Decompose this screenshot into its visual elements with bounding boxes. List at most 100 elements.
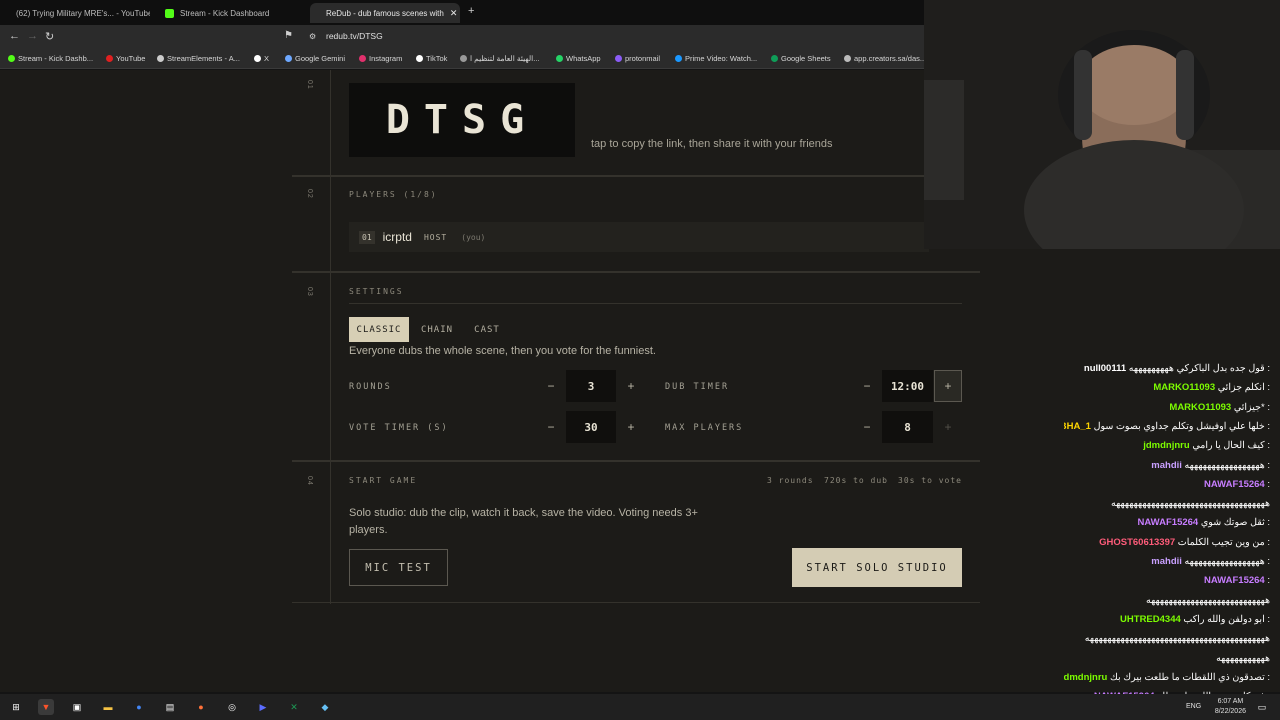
address-bar: ← → ↻ ⚑ ⚙ redub.tv/DTSG <box>0 25 924 49</box>
tiktok-icon <box>416 55 423 62</box>
task-view-icon[interactable]: ▣ <box>69 699 85 715</box>
start-solo-studio-button[interactable]: START SOLO STUDIO <box>792 548 962 587</box>
dub-timer-increment-button[interactable]: + <box>934 370 962 402</box>
chat-message-text: هههههههههههههههههه : <box>1184 459 1270 471</box>
dub-timer-label: DUB TIMER <box>665 382 730 392</box>
chat-username[interactable]: BHA_1 <box>1064 421 1091 432</box>
bookmarks-bar: Stream - Kick Dashb... YouTube StreamEle… <box>0 49 926 69</box>
vote-timer-decrement-button[interactable]: − <box>537 411 565 443</box>
chat-username[interactable]: MARKO11093 <box>1153 382 1215 393</box>
new-tab-button[interactable]: + <box>468 5 474 17</box>
chat-username[interactable]: NAWAF15264 <box>1137 517 1198 528</box>
windows-start-icon[interactable]: ⊞ <box>8 699 24 715</box>
player-row: 01 icrptd HOST (you) <box>349 222 929 252</box>
tab-redub[interactable]: ReDub - dub famous scenes with ✕ <box>310 3 460 23</box>
bookmark-streamelements[interactable]: StreamElements - A... <box>157 54 240 63</box>
chat-username[interactable]: jdmdnjnru <box>1143 440 1189 451</box>
kick-icon <box>8 55 15 62</box>
reload-icon[interactable]: ↻ <box>45 30 54 43</box>
chat-username[interactable]: NAWAF15264 <box>1204 479 1265 490</box>
bookmark-kick[interactable]: Stream - Kick Dashb... <box>8 54 93 63</box>
dub-timer-decrement-button[interactable]: − <box>853 370 881 402</box>
notification-icon[interactable]: ▭ <box>1254 699 1270 715</box>
player-index: 01 <box>359 230 375 244</box>
chat-message-text: ثقل صوتك شوي : <box>1200 517 1270 529</box>
max-players-increment-button[interactable]: + <box>934 411 962 443</box>
site-info-icon[interactable]: ⚙ <box>309 32 316 41</box>
tab-kick[interactable]: Stream - Kick Dashboard <box>155 3 305 23</box>
steam-icon[interactable]: ◆ <box>317 699 333 715</box>
chat-message: NAWAF15264 : <box>1204 479 1274 490</box>
summary-rounds: 3 rounds <box>767 476 814 485</box>
chat-username[interactable]: NAWAF15264 <box>1204 575 1265 586</box>
brave-icon[interactable]: ▼ <box>38 699 54 715</box>
copy-hint: tap to copy the link, then share it with… <box>591 138 833 150</box>
whatsapp-icon <box>556 55 563 62</box>
folder-icon[interactable]: ▬ <box>100 699 116 715</box>
chat-message: jdmdnjnru كيف الحال يا رامي : <box>1143 440 1274 451</box>
firefox-icon[interactable]: ● <box>193 699 209 715</box>
close-tab-icon[interactable]: ✕ <box>450 8 458 19</box>
bookmark-creators[interactable]: app.creators.sa/das... <box>844 54 926 63</box>
bookmark-prime-video[interactable]: Prime Video: Watch... <box>675 54 757 63</box>
chat-message: NAWAF15264 ثقل صوتك شوي : <box>1137 517 1274 528</box>
max-players-decrement-button[interactable]: − <box>853 411 881 443</box>
bookmark-icon[interactable]: ⚑ <box>284 30 293 41</box>
language-indicator[interactable]: ENG <box>1186 703 1201 710</box>
mic-test-button[interactable]: MIC TEST <box>349 549 448 586</box>
clock-date: 8/22/2026 <box>1214 708 1246 715</box>
chrome-icon[interactable]: ● <box>131 699 147 715</box>
chat-username[interactable]: jdmdnjnru <box>1064 672 1107 683</box>
chat-message-text: : <box>1267 478 1270 490</box>
chat-message-text: جيزائي* : <box>1233 401 1270 413</box>
section-divider <box>330 273 331 462</box>
tab-youtube[interactable]: (62) Trying Military MRE's... - YouTube <box>0 3 150 23</box>
mode-description: Everyone dubs the whole scene, then you … <box>349 345 656 357</box>
bookmark-instagram[interactable]: Instagram <box>359 54 402 63</box>
chat-message-text: انكلم جزائي : <box>1217 382 1270 394</box>
bookmark-tiktok[interactable]: TikTok <box>416 54 447 63</box>
bookmark-youtube[interactable]: YouTube <box>106 54 145 63</box>
tab-classic[interactable]: CLASSIC <box>349 317 409 342</box>
players-label: PLAYERS (1/8) <box>349 190 438 199</box>
back-icon[interactable]: ← <box>9 30 20 42</box>
url-field[interactable]: redub.tv/DTSG <box>326 31 383 41</box>
chat-message-text: هههههههههههههههههههههههههههههههههههههههه… <box>1084 633 1270 645</box>
taskbar: ⊞ ▼ ▣ ▬ ● ▤ ● ◎ ▶ ✕ ◆ ENG 6:07 AM 8/22/2… <box>0 694 1280 720</box>
forward-icon[interactable]: → <box>27 30 38 42</box>
max-players-label: MAX PLAYERS <box>665 423 744 433</box>
chat-username[interactable]: UHTRED4344 <box>1120 614 1181 625</box>
bookmark-google-sheets[interactable]: Google Sheets <box>771 54 831 63</box>
webcam-overlay <box>924 0 1280 249</box>
chat-message-text: كيف الحال يا رامي : <box>1192 440 1270 452</box>
vote-timer-increment-button[interactable]: + <box>617 411 645 443</box>
bookmark-protonmail[interactable]: protonmail <box>615 54 660 63</box>
obs-icon[interactable]: ◎ <box>224 699 240 715</box>
app-icon[interactable]: ▤ <box>162 699 178 715</box>
bookmark-gemini[interactable]: Google Gemini <box>285 54 345 63</box>
bookmark-authority[interactable]: الهيئة العامة لتنظيم ا... <box>460 54 540 63</box>
rounds-increment-button[interactable]: + <box>617 370 645 402</box>
clock[interactable]: 6:07 AM 8/22/2026 <box>1215 697 1246 717</box>
bookmark-whatsapp[interactable]: WhatsApp <box>556 54 601 63</box>
tab-chain[interactable]: CHAIN <box>415 317 459 342</box>
clock-time: 6:07 AM <box>1217 698 1244 705</box>
tab-cast[interactable]: CAST <box>468 317 506 342</box>
media-icon[interactable]: ▶ <box>255 699 271 715</box>
chat-message: NAWAF15264 : <box>1204 575 1274 586</box>
chat-username[interactable]: null00111 <box>1084 363 1126 374</box>
chat-message: MARKO11093 انكلم جزائي : <box>1153 382 1274 393</box>
instagram-icon <box>359 55 366 62</box>
chat-message: GHOST60613397 من وين تجيب الكلمات : <box>1099 537 1274 548</box>
excel-icon[interactable]: ✕ <box>286 699 302 715</box>
chat-username[interactable]: mahdii <box>1151 460 1182 471</box>
rounds-decrement-button[interactable]: − <box>537 370 565 402</box>
chat-username[interactable]: mahdii <box>1151 556 1182 567</box>
rounds-value: 3 <box>566 370 616 402</box>
protonmail-icon <box>615 55 622 62</box>
vote-timer-value: 30 <box>566 411 616 443</box>
room-code-button[interactable]: DTSG <box>349 83 575 157</box>
chat-username[interactable]: GHOST60613397 <box>1099 537 1175 548</box>
chat-username[interactable]: MARKO11093 <box>1169 402 1231 413</box>
bookmark-x[interactable]: X <box>254 54 269 63</box>
